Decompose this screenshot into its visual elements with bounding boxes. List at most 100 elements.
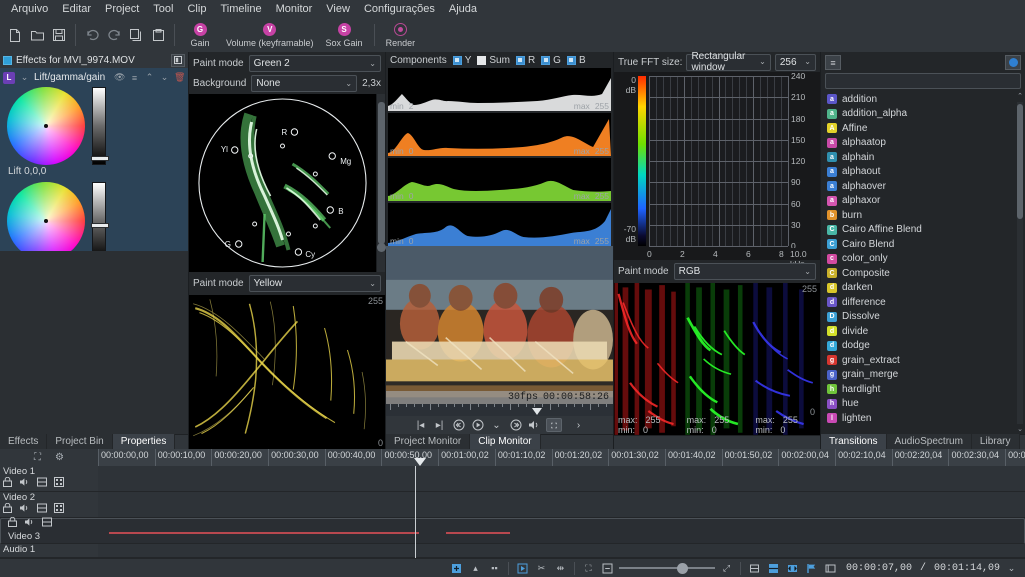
menu-item-monitor[interactable]: Monitor xyxy=(269,1,320,17)
scroll-up-icon[interactable]: ⌃ xyxy=(1016,92,1024,101)
timeline-playhead[interactable] xyxy=(415,466,416,558)
paste-icon[interactable] xyxy=(147,23,169,47)
gamma-wheel-handle[interactable] xyxy=(44,219,48,223)
vectorscope-background-select[interactable]: None ⌄ xyxy=(251,75,357,92)
marker-up-icon[interactable]: ▴ xyxy=(468,561,483,575)
undo-icon[interactable] xyxy=(81,23,103,47)
lock-icon[interactable] xyxy=(3,477,12,490)
menu-item-ajuda[interactable]: Ajuda xyxy=(442,1,484,17)
rgb-parade-display[interactable]: 255 0 max:255min:0max:255min:0max:255min… xyxy=(614,283,820,435)
fit-icon[interactable]: ⛶ xyxy=(581,561,596,575)
zoom-slider-handle[interactable] xyxy=(677,563,688,574)
menu-item-editar[interactable]: Editar xyxy=(55,1,98,17)
mute-icon[interactable] xyxy=(24,517,35,530)
vectorscope-paintmode-select[interactable]: Green 2 ⌄ xyxy=(249,55,381,72)
chevron-down-icon[interactable]: ⌄ xyxy=(19,72,30,83)
next-icon[interactable]: › xyxy=(571,418,587,432)
marker-flat-icon[interactable]: ▪▪ xyxy=(487,561,502,575)
cut-icon[interactable] xyxy=(515,561,530,575)
fullscreen-icon[interactable] xyxy=(546,418,562,432)
gain-button[interactable]: G Gain xyxy=(180,23,220,48)
split-icon[interactable] xyxy=(766,561,781,575)
grid-icon[interactable] xyxy=(54,477,64,490)
gamma-value-slider[interactable] xyxy=(92,182,106,251)
delete-icon[interactable]: 🗑 xyxy=(174,72,185,83)
timeline-timecode-scale[interactable]: 00:00:00,0000:00:10,0000:00:20,0000:00:3… xyxy=(98,449,1025,466)
menu-item-tool[interactable]: Tool xyxy=(146,1,180,17)
list-item[interactable]: llighten xyxy=(821,411,1025,426)
volume-icon[interactable] xyxy=(527,418,543,432)
track-lane[interactable] xyxy=(98,544,1025,557)
skip-end-icon[interactable]: ▸| xyxy=(432,418,448,432)
clip-monitor[interactable]: 30fps 00:00:58:26 |◂ ▸| ⌄ xyxy=(386,246,613,434)
list-item[interactable]: aalphaatop xyxy=(821,136,1025,151)
list-item[interactable]: aaddition_alpha xyxy=(821,107,1025,122)
timeline-clip[interactable]: Lift/gamma/gain xyxy=(109,532,419,534)
list-item[interactable]: CCairo Blend xyxy=(821,237,1025,252)
skip-start-icon[interactable]: |◂ xyxy=(413,418,429,432)
tab-library[interactable]: Library xyxy=(972,434,1020,449)
tab-properties[interactable]: Properties xyxy=(113,434,176,449)
track-header[interactable]: Video 1 xyxy=(0,466,98,491)
menu-item-clip[interactable]: Clip xyxy=(180,1,213,17)
zoom-slider[interactable] xyxy=(619,561,715,575)
monitor-seek-ruler[interactable] xyxy=(386,404,613,416)
marker-icon[interactable] xyxy=(449,561,464,575)
timeline-ruler[interactable]: ⛶ ⚙ 00:00:00,0000:00:10,0000:00:20,0000:… xyxy=(0,449,1025,466)
new-icon[interactable] xyxy=(4,23,26,47)
tab-project-bin[interactable]: Project Bin xyxy=(47,434,112,449)
scroll-down-icon[interactable]: ⌄ xyxy=(1016,425,1024,434)
transitions-list[interactable]: aadditionaaddition_alphaAAffineaalphaato… xyxy=(821,92,1025,434)
open-icon[interactable] xyxy=(26,23,48,47)
menu-icon[interactable]: ≡ xyxy=(129,73,140,83)
list-menu-icon[interactable]: ≡ xyxy=(825,55,841,70)
menu-item-project[interactable]: Project xyxy=(98,1,146,17)
tab-effects[interactable]: Effects xyxy=(0,434,47,449)
menu-item-configuraes[interactable]: Configurações xyxy=(357,1,442,17)
gamma-slider-thumb[interactable] xyxy=(91,223,109,228)
lock-icon[interactable] xyxy=(3,503,12,516)
save-icon[interactable] xyxy=(48,23,70,47)
track-header[interactable]: Video 2 xyxy=(0,492,98,517)
list-item[interactable]: ddodge xyxy=(821,339,1025,354)
list-item[interactable]: CCairo Affine Blend xyxy=(821,223,1025,238)
timeline-playhead-marker[interactable] xyxy=(414,458,426,466)
rewind-icon[interactable] xyxy=(451,418,467,432)
lift-slider-thumb[interactable] xyxy=(91,156,109,161)
scroll-thumb[interactable] xyxy=(1017,104,1023,219)
edit-icon[interactable] xyxy=(823,561,838,575)
play-icon[interactable] xyxy=(470,418,486,432)
timeline-clip[interactable]: MVI_9974.MOV xyxy=(446,532,510,534)
list-item[interactable]: DDissolve xyxy=(821,310,1025,325)
search-input[interactable] xyxy=(825,73,1021,89)
lift-value-slider[interactable] xyxy=(92,87,106,165)
grid-icon[interactable] xyxy=(54,503,64,516)
parade-paintmode-select[interactable]: RGB ⌄ xyxy=(674,263,816,280)
list-item[interactable]: ccolor_only xyxy=(821,252,1025,267)
lock-icon[interactable] xyxy=(8,517,17,530)
vectorscope-display[interactable]: RMg YlB GCy xyxy=(189,94,385,272)
lift-wheel-handle[interactable] xyxy=(44,124,48,128)
list-item[interactable]: hhardlight xyxy=(821,382,1025,397)
panel-options-button[interactable] xyxy=(171,54,185,67)
list-item[interactable]: bburn xyxy=(821,208,1025,223)
list-item[interactable]: aalphaout xyxy=(821,165,1025,180)
tab-audiospectrum[interactable]: AudioSpectrum xyxy=(887,434,972,449)
list-item[interactable]: AAffine xyxy=(821,121,1025,136)
component-checkbox-sum[interactable]: Sum xyxy=(477,55,510,66)
spacer-icon[interactable]: ⇹ xyxy=(553,561,568,575)
zoom-fit-icon[interactable]: ⛶ xyxy=(34,452,41,463)
menu-item-arquivo[interactable]: Arquivo xyxy=(4,1,55,17)
transitions-scrollbar[interactable]: ⌃ ⌄ xyxy=(1016,92,1024,434)
menu-item-timeline[interactable]: Timeline xyxy=(213,1,268,17)
list-item[interactable]: ddivide xyxy=(821,324,1025,339)
list-item[interactable]: aaddition xyxy=(821,92,1025,107)
list-item[interactable]: hhue xyxy=(821,397,1025,412)
fft-window-select[interactable]: Rectangular window ⌄ xyxy=(686,54,770,71)
menu-item-view[interactable]: View xyxy=(319,1,357,17)
list-item[interactable]: ddarken xyxy=(821,281,1025,296)
monitor-playhead[interactable] xyxy=(532,408,542,415)
component-checkbox-g[interactable]: G xyxy=(541,55,561,66)
component-checkbox-r[interactable]: R xyxy=(516,55,535,66)
fft-size-select[interactable]: 256 ⌄ xyxy=(775,54,816,71)
